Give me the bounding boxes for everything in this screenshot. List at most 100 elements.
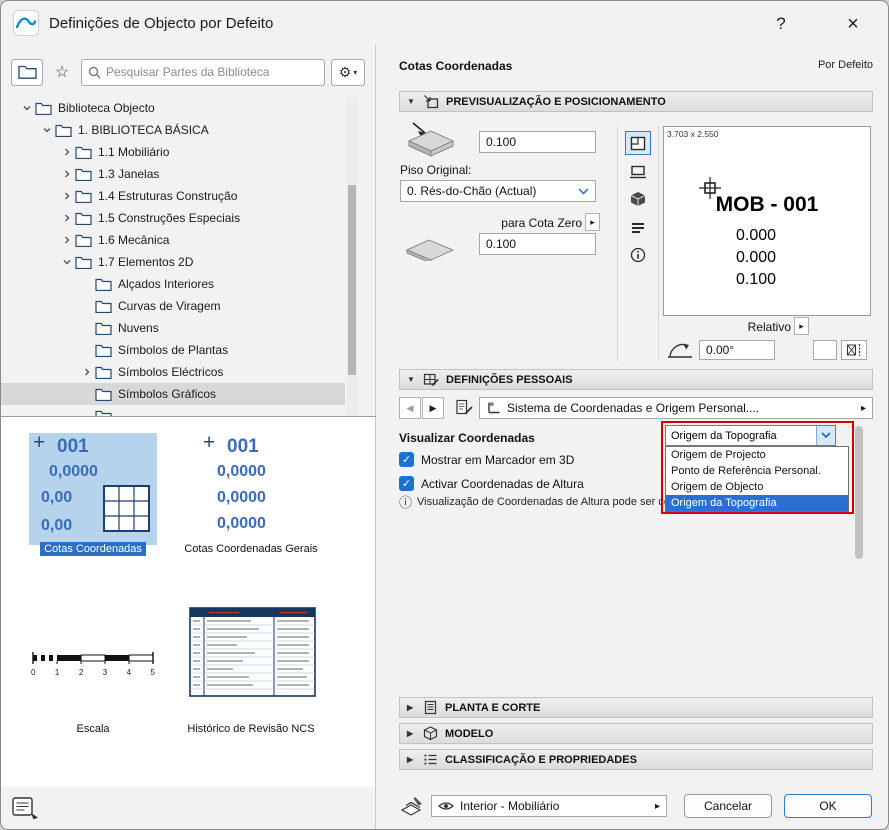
relative-flyout-button[interactable]: ▸ bbox=[794, 317, 809, 335]
section-classification-properties[interactable]: ▶ CLASSIFICAÇÃO E PROPRIEDADES bbox=[399, 749, 873, 770]
checkbox-label: Activar Coordenadas de Altura bbox=[421, 476, 584, 491]
tree-item-label: Curvas de Viragem bbox=[118, 299, 221, 313]
folder-icon bbox=[95, 388, 112, 401]
thumbnail-cotas-coordenadas-gerais[interactable]: + 001 0,0000 0,0000 0,0000 bbox=[187, 431, 315, 545]
thumb-text: 001 bbox=[57, 436, 89, 457]
checkbox-marker-3d[interactable]: ✓ bbox=[399, 452, 414, 467]
tree-item[interactable]: 1.7 Elementos 2D bbox=[1, 251, 345, 273]
section-model[interactable]: ▶ MODELO bbox=[399, 723, 873, 744]
thumbnail-escala[interactable] bbox=[29, 607, 157, 715]
thumbnail-historico-revisao[interactable] bbox=[189, 607, 316, 697]
tree-item[interactable]: Símbolos de Plantas bbox=[1, 339, 345, 361]
tree-item-label: Biblioteca Objecto bbox=[58, 101, 155, 115]
tree-item[interactable]: 1.6 Mecânica bbox=[1, 229, 345, 251]
tree-item-label: Símbolos de Plantas bbox=[118, 343, 229, 357]
scale-tick: 1 bbox=[54, 668, 60, 677]
settings-scrollbar-thumb[interactable] bbox=[855, 426, 863, 559]
tree-item[interactable]: Biblioteca Objecto bbox=[1, 97, 345, 119]
section-personal-settings[interactable]: ▼ DEFINIÇÕES PESSOAIS bbox=[399, 369, 873, 390]
tree-item-label: 1.3 Janelas bbox=[98, 167, 160, 181]
chevron-down-icon[interactable] bbox=[816, 426, 835, 445]
layer-select[interactable]: Interior - Mobiliário ▸ bbox=[431, 795, 667, 817]
thumbnail-label: Cotas Coordenadas Gerais bbox=[184, 543, 318, 555]
chevron-down-icon[interactable] bbox=[19, 103, 34, 113]
settings-header: Cotas Coordenadas Por Defeito bbox=[399, 59, 873, 73]
search-input[interactable] bbox=[106, 65, 318, 79]
tree-item[interactable]: 1.1 Mobiliário bbox=[1, 141, 345, 163]
plus-marker-icon: + bbox=[203, 431, 216, 454]
tree-item[interactable] bbox=[1, 405, 345, 416]
thumbnail-cotas-coordenadas[interactable]: + 001 0,0000 0,00 0,00 bbox=[29, 431, 157, 545]
origin-option[interactable]: Origem da Topografia bbox=[666, 495, 848, 511]
section-plan-and-section[interactable]: ▶ PLANTA E CORTE bbox=[399, 697, 873, 718]
folder-icon bbox=[95, 278, 112, 291]
origin-option[interactable]: Origem de Projecto bbox=[666, 447, 848, 463]
layer-icon[interactable] bbox=[399, 795, 427, 817]
folder-icon bbox=[75, 212, 92, 225]
library-part-settings-icon[interactable] bbox=[11, 794, 41, 822]
origin-select[interactable]: Origem da Topografia bbox=[665, 425, 836, 446]
chevron-right-icon[interactable] bbox=[79, 367, 94, 377]
chevron-right-icon[interactable] bbox=[59, 235, 74, 245]
tree-item[interactable]: 1.4 Estruturas Construção bbox=[1, 185, 345, 207]
preview-info-button[interactable] bbox=[625, 243, 651, 267]
tree-item[interactable]: 1.5 Construções Especiais bbox=[1, 207, 345, 229]
chevron-right-icon[interactable] bbox=[59, 147, 74, 157]
settings-menu-button[interactable]: ⚙ ▾ bbox=[331, 58, 365, 86]
chevron-down-icon[interactable] bbox=[59, 257, 74, 267]
prev-page-button[interactable]: ◀ bbox=[399, 397, 421, 419]
folder-icon bbox=[95, 344, 112, 357]
offset-bottom-input[interactable] bbox=[479, 233, 596, 255]
folder-view-button[interactable] bbox=[11, 58, 43, 86]
tree-item[interactable]: 1. BIBLIOTECA BÁSICA bbox=[1, 119, 345, 141]
ok-button[interactable]: OK bbox=[784, 794, 872, 818]
section-title: PREVISUALIZAÇÃO E POSICIONAMENTO bbox=[446, 95, 666, 108]
tree-item[interactable]: Símbolos Gráficos bbox=[1, 383, 345, 405]
floor-select[interactable]: 0. Rés-do-Chão (Actual) bbox=[400, 180, 596, 202]
close-button[interactable]: × bbox=[838, 11, 868, 37]
tree-scrollbar[interactable] bbox=[347, 97, 357, 416]
chevron-down-icon bbox=[578, 187, 589, 195]
thumbnail-label: Escala bbox=[76, 723, 110, 735]
tree-item[interactable]: Símbolos Eléctricos bbox=[1, 361, 345, 383]
thumbnail-label: Histórico de Revisão NCS bbox=[187, 723, 315, 735]
tree-item[interactable]: Nuvens bbox=[1, 317, 345, 339]
origin-option[interactable]: Origem de Objecto bbox=[666, 479, 848, 495]
chevron-right-icon[interactable] bbox=[59, 191, 74, 201]
folder-icon bbox=[75, 234, 92, 247]
to-zero-flyout-button[interactable]: ▸ bbox=[585, 213, 600, 231]
chevron-right-icon[interactable] bbox=[59, 169, 74, 179]
rotation-angle-input[interactable] bbox=[699, 340, 775, 360]
tree-item-label: Símbolos Gráficos bbox=[118, 387, 217, 401]
library-thumbnails: + 001 0,0000 0,00 0,00 + 001 0,0000 0,00… bbox=[1, 417, 375, 787]
transfer-settings-icon[interactable] bbox=[455, 399, 473, 416]
tree-item[interactable]: Curvas de Viragem bbox=[1, 295, 345, 317]
3d-view-button[interactable] bbox=[625, 187, 651, 211]
thumb-text: 0,0000 bbox=[49, 463, 98, 480]
tree-item[interactable]: Alçados Interiores bbox=[1, 273, 345, 295]
settings-page-select[interactable]: Sistema de Coordenadas e Origem Personal… bbox=[479, 397, 873, 419]
tree-item-label: 1.5 Construções Especiais bbox=[98, 211, 241, 225]
thumbnail-label: Cotas Coordenadas bbox=[18, 542, 168, 556]
origin-option[interactable]: Ponto de Referência Personal. bbox=[666, 463, 848, 479]
cancel-button[interactable]: Cancelar bbox=[684, 794, 772, 818]
divider bbox=[617, 126, 618, 361]
scale-tick: 0 bbox=[31, 668, 36, 677]
rotation-icon bbox=[665, 338, 695, 360]
next-page-button[interactable]: ▶ bbox=[422, 397, 444, 419]
flip-horizontal-button[interactable] bbox=[813, 340, 837, 360]
section-preview-positioning[interactable]: ▼ PREVISUALIZAÇÃO E POSICIONAMENTO bbox=[399, 91, 873, 112]
plan-view-button[interactable] bbox=[625, 131, 651, 155]
offset-top-input[interactable] bbox=[479, 131, 596, 153]
chevron-down-icon[interactable] bbox=[39, 125, 54, 135]
favorites-button[interactable]: ☆ bbox=[49, 59, 75, 86]
help-button[interactable]: ? bbox=[766, 11, 796, 37]
triangle-right-icon: ▶ bbox=[407, 703, 414, 712]
mirror-button[interactable] bbox=[841, 340, 867, 360]
tree-item[interactable]: 1.3 Janelas bbox=[1, 163, 345, 185]
elevation-view-button[interactable] bbox=[625, 159, 651, 183]
tree-scrollbar-thumb[interactable] bbox=[348, 185, 356, 375]
chevron-right-icon[interactable] bbox=[59, 213, 74, 223]
checkbox-height-coordinates[interactable]: ✓ bbox=[399, 476, 414, 491]
section-view-button[interactable] bbox=[625, 215, 651, 239]
